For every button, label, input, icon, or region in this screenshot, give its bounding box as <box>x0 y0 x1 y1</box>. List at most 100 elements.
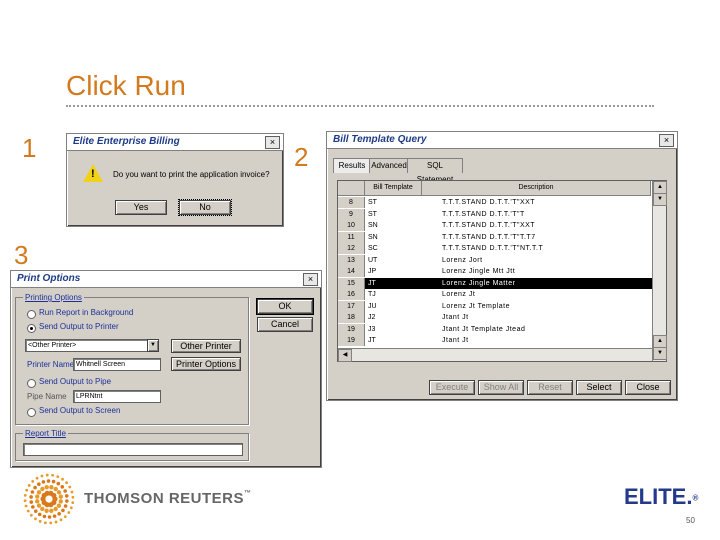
no-button[interactable]: No <box>178 199 232 216</box>
radio-send-printer-label: Send Output to Printer <box>39 322 119 331</box>
cell-bill-template: SN <box>368 222 378 229</box>
column-header-description[interactable]: Description <box>422 181 651 196</box>
cell-description: Lorenz Jingle Matter <box>442 279 516 287</box>
cell-bill-template: JT <box>368 337 376 344</box>
cell-description: T.T.T.STAND D.T.T.'T"T <box>442 210 525 218</box>
row-number: 13 <box>338 254 365 266</box>
radio-send-printer[interactable] <box>27 324 36 333</box>
cancel-button[interactable]: Cancel <box>257 317 313 332</box>
tab-sql-statement[interactable]: SQL Statement <box>407 158 463 184</box>
print-dialog-title: Print Options <box>11 271 321 288</box>
printer-name-field[interactable]: Whitnell Screen <box>73 358 161 371</box>
table-row[interactable]: 9 ST T.T.T.STAND D.T.T.'T"T <box>338 208 652 220</box>
table-row[interactable]: 19 JT Jtant Jt <box>338 335 652 346</box>
cell-bill-template: SC <box>368 245 378 252</box>
cell-description: T.T.T.STAND D.T.T.'T"NT.T.T <box>442 245 544 252</box>
elite-logo: ELITE.® <box>624 484 698 510</box>
row-number: 9 <box>338 208 365 220</box>
radio-run-background[interactable] <box>27 310 36 319</box>
vertical-scrollbar[interactable]: ▲ ▼ ▲ ▼ <box>652 181 667 361</box>
pipe-name-field[interactable]: LPRNtnt <box>73 390 161 403</box>
table-row[interactable]: 19 J3 Jtant Jt Template Jtead <box>338 323 652 335</box>
cell-description: T.T.T.STAND D.T.T.'T"XXT <box>442 222 536 229</box>
close-icon[interactable]: × <box>303 273 318 286</box>
confirm-dialog-title: Elite Enterprise Billing <box>67 134 283 151</box>
printer-options-button[interactable]: Printer Options <box>171 357 241 371</box>
row-number: 8 <box>338 197 365 208</box>
cell-description: Lorenz Jt <box>442 291 476 298</box>
row-number: 14 <box>338 266 365 277</box>
cell-description: Jtant Jt Template Jtead <box>442 325 526 333</box>
tab-results[interactable]: Results <box>333 158 371 173</box>
step-number-2: 2 <box>294 142 309 172</box>
cell-description: Lorenz Jingle Mtt Jtt <box>442 268 516 275</box>
ok-button[interactable]: OK <box>256 298 314 315</box>
show-all-button[interactable]: Show All <box>478 380 524 395</box>
row-number: 16 <box>338 289 365 300</box>
cell-bill-template: J3 <box>368 325 376 333</box>
row-number: 19 <box>338 335 365 346</box>
row-number: 17 <box>338 300 365 312</box>
scroll-down-icon[interactable]: ▼ <box>653 193 667 206</box>
brand-name: THOMSON REUTERS <box>84 490 245 507</box>
warning-icon-mark: ! <box>91 168 95 180</box>
report-title-field[interactable] <box>23 443 243 456</box>
chevron-down-icon[interactable]: ▼ <box>147 339 159 352</box>
table-row[interactable]: 14 JP Lorenz Jingle Mtt Jtt <box>338 266 652 277</box>
row-number: 12 <box>338 243 365 254</box>
cell-description: Lorenz Jort <box>442 256 483 264</box>
table-row[interactable]: 16 TJ Lorenz Jt <box>338 289 652 300</box>
radio-send-screen[interactable] <box>27 408 36 417</box>
printing-options-label: Printing Options <box>23 293 84 302</box>
yes-button[interactable]: Yes <box>115 200 167 215</box>
row-number: 10 <box>338 220 365 231</box>
horizontal-scrollbar[interactable]: ◀ <box>338 348 652 362</box>
row-number: 15 <box>338 277 365 289</box>
cell-bill-template: SN <box>368 233 378 241</box>
table-row[interactable]: 10 SN T.T.T.STAND D.T.T.'T"XXT <box>338 220 652 231</box>
table-row[interactable]: 13 UT Lorenz Jort <box>338 254 652 266</box>
row-number: 11 <box>338 231 365 243</box>
radio-send-pipe-label: Send Output to Pipe <box>39 377 112 386</box>
close-icon[interactable]: × <box>265 136 280 149</box>
cell-description: Jtant Jt <box>442 314 469 321</box>
table-row[interactable]: 12 SC T.T.T.STAND D.T.T.'T"NT.T.T <box>338 243 652 254</box>
title-divider <box>66 105 654 107</box>
slide-title: Click Run <box>66 70 186 101</box>
thomson-reuters-wordmark: THOMSON REUTERS™ <box>84 490 252 507</box>
cell-description: Jtant Jt <box>442 337 469 344</box>
select-button[interactable]: Select <box>576 380 622 395</box>
results-grid[interactable]: Bill Template Description 8 ST T.T.T.STAND… <box>337 180 667 362</box>
pipe-name-label: Pipe Name <box>27 392 67 401</box>
scroll-left-icon[interactable]: ◀ <box>338 349 352 362</box>
table-row[interactable]: 15 JT Lorenz Jingle Matter <box>338 277 652 289</box>
thomson-reuters-logo-icon <box>23 473 75 525</box>
radio-run-background-label: Run Report in Background <box>39 308 134 317</box>
other-printer-button[interactable]: Other Printer <box>171 339 241 353</box>
table-row[interactable]: 11 SN T.T.T.STAND D.T.T.'T"T.T7 <box>338 231 652 243</box>
printer-select[interactable]: <Other Printer> <box>25 339 159 352</box>
cell-bill-template: ST <box>368 199 377 206</box>
query-dialog-title: Bill Template Query <box>327 132 677 149</box>
radio-send-screen-label: Send Output to Screen <box>39 406 121 415</box>
cell-bill-template: JU <box>368 302 377 310</box>
tab-advanced[interactable]: Advanced <box>369 158 409 173</box>
table-row[interactable]: 8 ST T.T.T.STAND D.T.T.'T"XXT <box>338 197 652 208</box>
close-icon[interactable]: × <box>659 134 674 147</box>
cell-description: T.T.T.STAND D.T.T.'T"T.T7 <box>442 233 536 241</box>
reset-button[interactable]: Reset <box>527 380 573 395</box>
execute-button[interactable]: Execute <box>429 380 475 395</box>
table-row[interactable]: 17 JU Lorenz Jt Template <box>338 300 652 312</box>
row-number-header <box>338 181 365 196</box>
confirm-message: Do you want to print the application inv… <box>113 170 270 179</box>
radio-send-pipe[interactable] <box>27 379 36 388</box>
column-header-bill-template[interactable]: Bill Template <box>365 181 422 196</box>
table-row[interactable]: 18 J2 Jtant Jt <box>338 312 652 323</box>
step-number-1: 1 <box>22 133 37 163</box>
close-button[interactable]: Close <box>625 380 671 395</box>
report-title-label: Report Title <box>23 429 68 438</box>
cell-bill-template: JP <box>368 268 377 275</box>
trademark-mark: ™ <box>244 490 252 497</box>
scroll-down-icon[interactable]: ▼ <box>653 347 667 360</box>
row-number: 19 <box>338 323 365 335</box>
